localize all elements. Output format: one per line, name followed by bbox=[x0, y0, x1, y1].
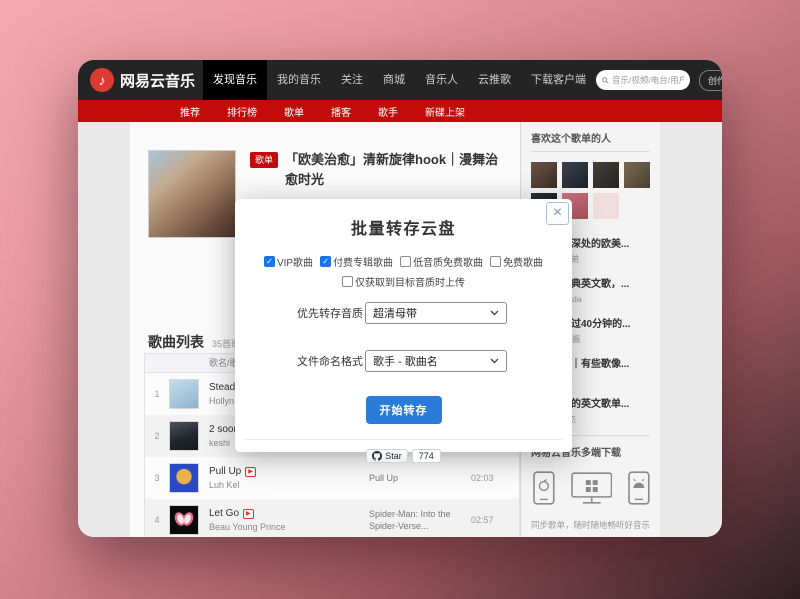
checkbox-paid-album-songs[interactable]: ✓ 付费专辑歌曲 bbox=[320, 254, 393, 269]
checkbox-icon[interactable]: ✓ bbox=[320, 256, 331, 267]
start-transfer-button[interactable]: 开始转存 bbox=[366, 396, 442, 424]
naming-label: 文件命名格式 bbox=[235, 353, 363, 369]
android-phone-icon[interactable] bbox=[628, 471, 650, 505]
mv-icon[interactable]: ▶ bbox=[245, 467, 256, 477]
chevron-down-icon bbox=[490, 310, 499, 316]
album-cover bbox=[169, 505, 199, 535]
song-artist[interactable]: Luh Kel bbox=[209, 480, 369, 490]
song-title[interactable]: Let Go▶ bbox=[209, 508, 369, 519]
subnav-podcast[interactable]: 播客 bbox=[331, 104, 351, 119]
nav-item-cloud-push[interactable]: 云推歌 bbox=[468, 60, 521, 100]
song-index: 3 bbox=[145, 473, 169, 483]
naming-form-row: 文件命名格式 歌手 - 歌曲名 bbox=[235, 350, 572, 372]
nav-item-my-music[interactable]: 我的音乐 bbox=[267, 60, 331, 100]
album-cover bbox=[169, 421, 199, 451]
checkbox-upload-only-target-quality[interactable]: ✓ 仅获取到目标音质时上传 bbox=[342, 274, 465, 289]
checkbox-icon[interactable]: ✓ bbox=[342, 276, 353, 287]
checkbox-row-1: ✓ VIP歌曲 ✓ 付费专辑歌曲 ✓ 低音质免费歌曲 ✓ 免费歌曲 bbox=[235, 254, 572, 269]
song-album[interactable]: Pull Up bbox=[369, 472, 457, 484]
checkbox-row-2: ✓ 仅获取到目标音质时上传 bbox=[235, 274, 572, 289]
song-index: 2 bbox=[145, 431, 169, 441]
playlist-title: 「欧美治愈」清新旋律hook｜漫舞治愈时光 bbox=[285, 150, 510, 190]
butterfly-artwork bbox=[170, 506, 198, 534]
close-icon[interactable]: × bbox=[546, 202, 569, 225]
browser-window: ♪ 网易云音乐 发现音乐 我的音乐 关注 商城 音乐人 云推歌 下载客户端 创作… bbox=[78, 60, 722, 537]
download-caption: 同步歌单，随时随地畅听好音乐 bbox=[531, 519, 650, 531]
checkbox-vip-songs[interactable]: ✓ VIP歌曲 bbox=[264, 254, 313, 269]
checkbox-low-quality-free-songs[interactable]: ✓ 低音质免费歌曲 bbox=[400, 254, 483, 269]
checkbox-label: 仅获取到目标音质时上传 bbox=[355, 274, 465, 289]
naming-selected-value: 歌手 - 歌曲名 bbox=[373, 353, 438, 369]
song-row-3[interactable]: 3 Pull Up▶ Luh Kel Pull Up 02:03 bbox=[145, 457, 519, 499]
checkbox-icon[interactable]: ✓ bbox=[400, 256, 411, 267]
liked-user-avatar[interactable] bbox=[531, 162, 557, 188]
playlist-cover-image bbox=[148, 150, 236, 238]
liked-user-avatar[interactable] bbox=[593, 162, 619, 188]
modal-divider bbox=[245, 439, 562, 440]
checkbox-free-songs[interactable]: ✓ 免费歌曲 bbox=[490, 254, 543, 269]
github-star-button[interactable]: Star bbox=[366, 449, 408, 463]
search-box[interactable] bbox=[596, 70, 690, 90]
top-navigation-bar: ♪ 网易云音乐 发现音乐 我的音乐 关注 商城 音乐人 云推歌 下载客户端 创作… bbox=[78, 60, 722, 100]
checkbox-icon[interactable]: ✓ bbox=[264, 256, 275, 267]
nav-item-musician[interactable]: 音乐人 bbox=[415, 60, 468, 100]
song-index: 4 bbox=[145, 515, 169, 525]
quality-form-row: 优先转存音质 超清母带 bbox=[235, 302, 572, 324]
brand-title[interactable]: 网易云音乐 bbox=[120, 70, 195, 91]
chevron-down-icon bbox=[490, 358, 499, 364]
liked-user-avatar[interactable] bbox=[562, 162, 588, 188]
nav-item-follow[interactable]: 关注 bbox=[331, 60, 373, 100]
github-star-count[interactable]: 774 bbox=[412, 449, 441, 463]
sub-navigation-bar: 推荐 排行榜 歌单 播客 歌手 新碟上架 bbox=[78, 100, 722, 122]
batch-transfer-modal: × 批量转存云盘 ✓ VIP歌曲 ✓ 付费专辑歌曲 ✓ 低音质免费歌曲 ✓ 免费… bbox=[235, 199, 572, 452]
search-icon bbox=[602, 76, 609, 85]
netease-logo-icon[interactable]: ♪ bbox=[90, 68, 114, 92]
album-cover bbox=[169, 463, 199, 493]
song-index: 1 bbox=[145, 389, 169, 399]
github-widget: Star 774 bbox=[235, 449, 572, 463]
song-album[interactable]: Spider-Man: Into the Spider-Verse... bbox=[369, 508, 457, 532]
github-star-label: Star bbox=[385, 451, 402, 461]
subnav-charts[interactable]: 排行榜 bbox=[227, 104, 257, 119]
nav-item-download-client[interactable]: 下载客户端 bbox=[521, 60, 596, 100]
desktop-background: ♪ 网易云音乐 发现音乐 我的音乐 关注 商城 音乐人 云推歌 下载客户端 创作… bbox=[0, 0, 800, 599]
likes-section-heading: 喜欢这个歌单的人 bbox=[531, 130, 650, 152]
checkbox-label: 付费专辑歌曲 bbox=[333, 254, 393, 269]
song-artist[interactable]: Beau Young Prince bbox=[209, 522, 369, 532]
modal-title: 批量转存云盘 bbox=[235, 215, 572, 239]
nav-item-store[interactable]: 商城 bbox=[373, 60, 415, 100]
song-title[interactable]: Pull Up▶ bbox=[209, 466, 369, 477]
checkbox-label: 免费歌曲 bbox=[503, 254, 543, 269]
quality-select[interactable]: 超清母带 bbox=[365, 302, 507, 324]
subnav-recommend[interactable]: 推荐 bbox=[180, 104, 200, 119]
quality-label: 优先转存音质 bbox=[235, 305, 363, 321]
nav-item-discover[interactable]: 发现音乐 bbox=[203, 60, 267, 100]
main-nav: 发现音乐 我的音乐 关注 商城 音乐人 云推歌 下载客户端 bbox=[203, 60, 596, 100]
song-duration: 02:57 bbox=[471, 515, 494, 525]
iphone-apple-icon[interactable] bbox=[533, 471, 555, 505]
song-duration: 02:03 bbox=[471, 473, 494, 483]
mv-icon[interactable]: ▶ bbox=[243, 509, 254, 519]
liked-user-avatar[interactable] bbox=[624, 162, 650, 188]
album-cover bbox=[169, 379, 199, 409]
naming-select[interactable]: 歌手 - 歌曲名 bbox=[365, 350, 507, 372]
songlist-title: 歌曲列表 bbox=[148, 332, 204, 352]
subnav-new-albums[interactable]: 新碟上架 bbox=[425, 104, 465, 119]
creator-center-button[interactable]: 创作者中心 bbox=[699, 70, 722, 91]
checkbox-label: 低音质免费歌曲 bbox=[413, 254, 483, 269]
song-row-4[interactable]: 4 Let Go▶ Beau Young Prince bbox=[145, 499, 519, 537]
subnav-artists[interactable]: 歌手 bbox=[378, 104, 398, 119]
liked-user-avatar[interactable] bbox=[593, 193, 619, 219]
subnav-playlists[interactable]: 歌单 bbox=[284, 104, 304, 119]
search-input[interactable] bbox=[612, 75, 684, 85]
checkbox-label: VIP歌曲 bbox=[277, 254, 313, 269]
windows-pc-icon[interactable] bbox=[571, 471, 613, 505]
checkbox-icon[interactable]: ✓ bbox=[490, 256, 501, 267]
playlist-type-badge: 歌单 bbox=[250, 152, 278, 168]
quality-selected-value: 超清母带 bbox=[373, 305, 417, 321]
github-icon bbox=[372, 451, 382, 461]
